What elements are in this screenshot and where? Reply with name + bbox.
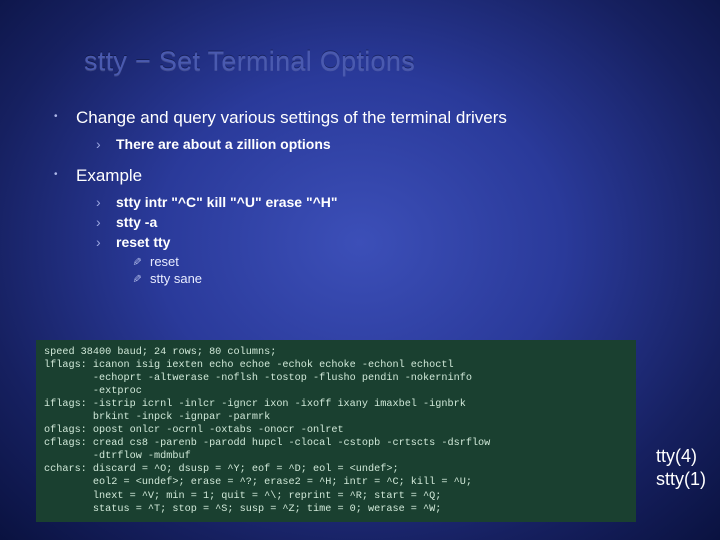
subsub-stty-sane: stty sane: [132, 271, 654, 286]
subbullet-stty-a: stty -a: [96, 214, 654, 230]
subbullet-reset-tty: reset tty: [96, 234, 654, 250]
subsub-reset: reset: [132, 254, 654, 269]
man-page-refs: tty(4) stty(1): [656, 445, 706, 490]
ref-tty4: tty(4): [656, 445, 706, 468]
bullet-example: Example: [54, 166, 654, 186]
bullet-change-query: Change and query various settings of the…: [54, 108, 654, 128]
subbullet-zillion: There are about a zillion options: [96, 136, 654, 152]
ref-stty1: stty(1): [656, 468, 706, 491]
subbullet-stty-intr: stty intr "^C" kill "^U" erase "^H": [96, 194, 654, 210]
slide-title: stty − Set Terminal Options: [84, 46, 415, 77]
terminal-output: speed 38400 baud; 24 rows; 80 columns; l…: [36, 340, 636, 522]
slide-body: Change and query various settings of the…: [54, 108, 654, 288]
